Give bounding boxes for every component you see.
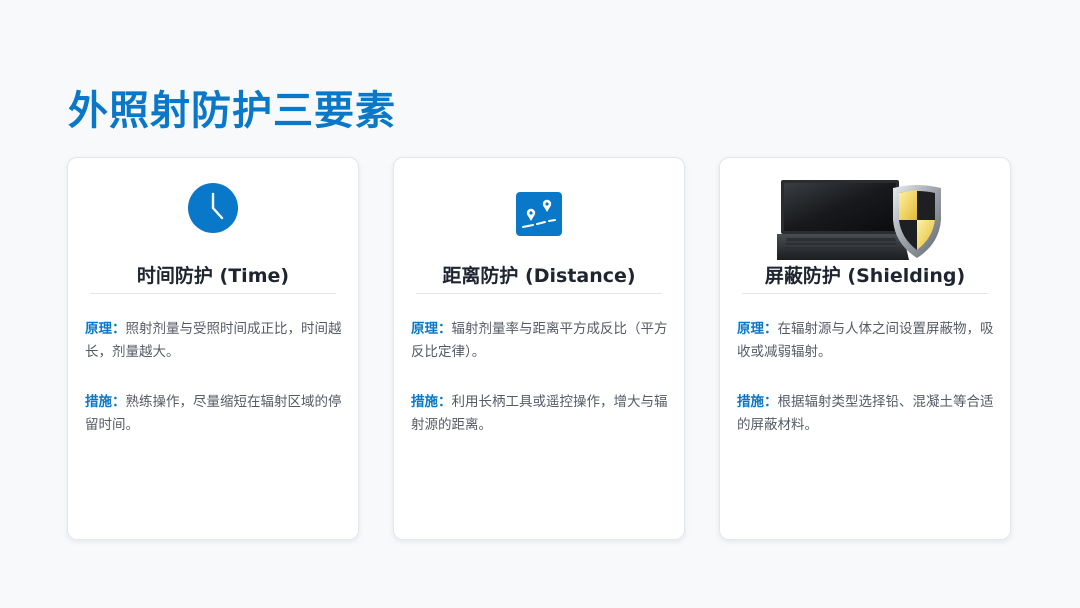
- principle-label: 原理：: [737, 321, 778, 337]
- divider: [90, 293, 336, 294]
- card-title: 时间防护 (Time): [136, 265, 290, 287]
- card-shielding: 屏蔽防护 (Shielding) 原理：在辐射源与人体之间设置屏蔽物，吸收或减弱…: [719, 157, 1011, 540]
- measure-paragraph: 措施：利用长柄工具或遥控操作，增大与辐射源的距离。: [411, 391, 668, 437]
- divider: [742, 293, 988, 294]
- principle-paragraph: 原理：照射剂量与受照时间成正比，时间越长，剂量越大。: [85, 318, 342, 364]
- clock-icon: [188, 183, 238, 233]
- measure-label: 措施：: [737, 394, 778, 410]
- card-time: 时间防护 (Time) 原理：照射剂量与受照时间成正比，时间越长，剂量越大。 措…: [67, 157, 359, 540]
- principle-label: 原理：: [411, 321, 452, 337]
- card-distance: 距离防护 (Distance) 原理：辐射剂量率与距离平方成反比（平方反比定律）…: [393, 157, 685, 540]
- measure-paragraph: 措施：根据辐射类型选择铅、混凝土等合适的屏蔽材料。: [737, 391, 994, 437]
- page-title: 外照射防护三要素: [68, 88, 396, 134]
- laptop-shield-icon: [777, 180, 941, 260]
- card-title: 距离防护 (Distance): [442, 265, 636, 287]
- divider: [416, 293, 662, 294]
- principle-label: 原理：: [85, 321, 126, 337]
- card-icon-container: [394, 182, 684, 252]
- measure-label: 措施：: [411, 394, 452, 410]
- card-title: 屏蔽防护 (Shielding): [764, 265, 966, 287]
- principle-paragraph: 原理：在辐射源与人体之间设置屏蔽物，吸收或减弱辐射。: [737, 318, 994, 364]
- card-icon-container: [720, 180, 1010, 260]
- principle-paragraph: 原理：辐射剂量率与距离平方成反比（平方反比定律）。: [411, 318, 668, 364]
- measure-label: 措施：: [85, 394, 126, 410]
- measure-paragraph: 措施：熟练操作，尽量缩短在辐射区域的停留时间。: [85, 391, 342, 437]
- card-icon-container: [68, 182, 358, 252]
- distance-icon: [516, 192, 562, 236]
